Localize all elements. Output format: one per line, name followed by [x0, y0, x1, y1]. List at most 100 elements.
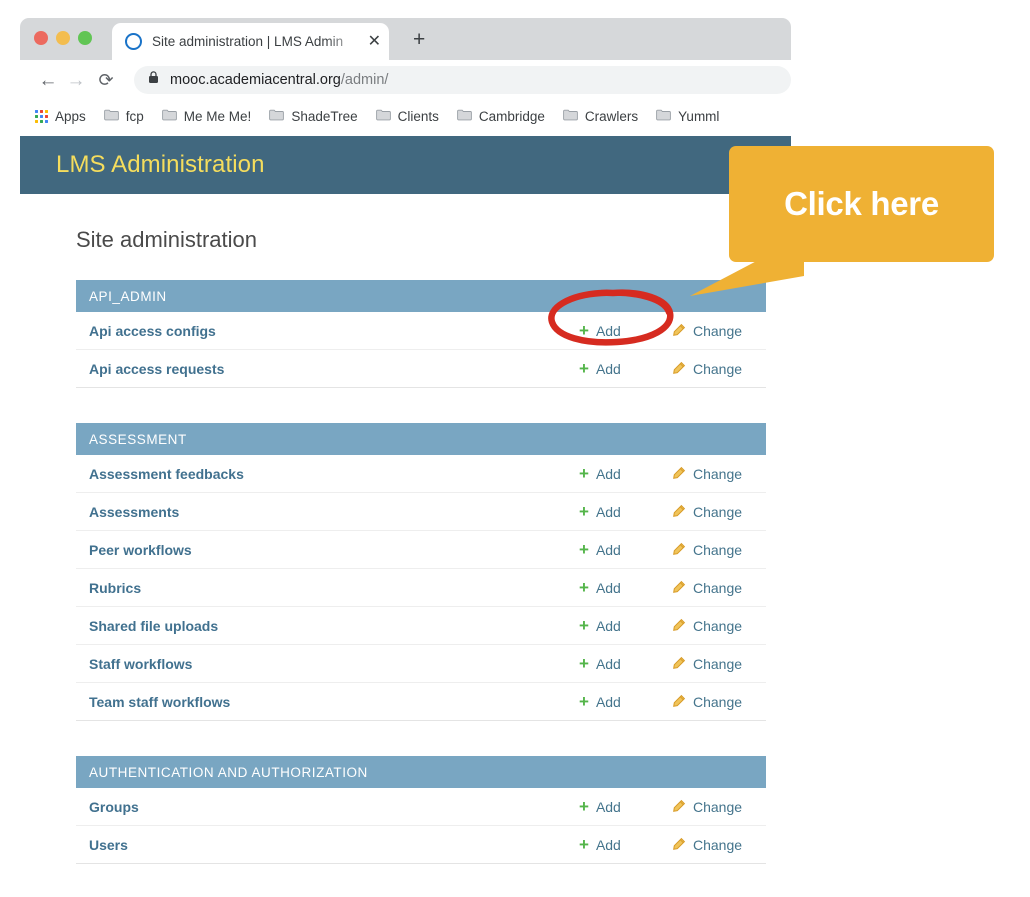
pencil-icon	[671, 837, 686, 852]
bookmark-apps[interactable]: Apps	[26, 104, 95, 130]
change-label: Change	[693, 361, 742, 377]
change-link[interactable]: Change	[671, 361, 766, 377]
model-link-groups[interactable]: Groups	[76, 799, 579, 815]
back-icon[interactable]: ←	[34, 71, 62, 90]
add-label: Add	[596, 361, 621, 377]
change-label: Change	[693, 466, 742, 482]
plus-icon: +	[579, 541, 589, 558]
model-link-api-access-configs[interactable]: Api access configs	[76, 323, 579, 339]
add-link[interactable]: +Add	[579, 465, 671, 482]
bookmark-clients[interactable]: Clients	[367, 104, 448, 130]
add-link[interactable]: + Add	[579, 541, 671, 558]
new-tab-button[interactable]: +	[413, 29, 425, 50]
pencil-icon	[671, 504, 686, 519]
bookmark-fcp[interactable]: fcp	[95, 104, 153, 130]
bookmarks-bar: Apps fcp Me Me Me! ShadeTree	[20, 100, 791, 133]
table-row: Groups +Add Change	[76, 788, 766, 826]
close-window-button[interactable]	[34, 31, 48, 45]
add-label: Add	[596, 504, 621, 520]
window-traffic-lights	[34, 31, 92, 45]
model-link-peer-workflows[interactable]: Peer workflows	[76, 542, 579, 558]
table-row: Shared file uploads +Add Change	[76, 607, 766, 645]
model-link-api-access-requests[interactable]: Api access requests	[76, 361, 579, 377]
add-link[interactable]: +Add	[579, 579, 671, 596]
app-module-header[interactable]: ASSESSMENT	[76, 423, 766, 455]
pencil-icon	[671, 542, 686, 557]
app-module-auth: AUTHENTICATION AND AUTHORIZATION Groups …	[76, 756, 766, 864]
add-label: Add	[596, 542, 621, 558]
plus-icon: +	[579, 579, 589, 596]
callout-label: Click here	[784, 185, 939, 223]
model-link-staff-workflows[interactable]: Staff workflows	[76, 656, 579, 672]
app-module-title: ASSESSMENT	[89, 432, 187, 447]
add-link[interactable]: +Add	[579, 617, 671, 634]
bookmark-label: Apps	[55, 109, 86, 124]
add-link[interactable]: +Add	[579, 836, 671, 853]
bookmark-label: fcp	[126, 109, 144, 124]
url-path: /admin/	[341, 72, 389, 88]
folder-icon	[162, 108, 177, 126]
table-row: Api access requests +Add Change	[76, 350, 766, 388]
app-module-header[interactable]: API_ADMIN	[76, 280, 766, 312]
folder-icon	[656, 108, 671, 126]
table-row: Peer workflows + Add Change	[76, 531, 766, 569]
maximize-window-button[interactable]	[78, 31, 92, 45]
bookmark-cambridge[interactable]: Cambridge	[448, 104, 554, 130]
add-link[interactable]: +Add	[579, 322, 671, 339]
model-link-team-staff-workflows[interactable]: Team staff workflows	[76, 694, 579, 710]
apps-grid-icon	[35, 110, 48, 123]
change-label: Change	[693, 837, 742, 853]
model-link-assessment-feedbacks[interactable]: Assessment feedbacks	[76, 466, 579, 482]
close-icon[interactable]: ✕	[364, 34, 381, 50]
browser-window: Site administration | LMS Admin ✕ + ← → …	[20, 18, 791, 133]
bookmark-crawlers[interactable]: Crawlers	[554, 104, 647, 130]
change-label: Change	[693, 618, 742, 634]
folder-icon	[104, 108, 119, 126]
change-link[interactable]: Change	[671, 580, 766, 596]
model-link-users[interactable]: Users	[76, 837, 579, 853]
bookmark-shadetree[interactable]: ShadeTree	[260, 104, 366, 130]
add-link[interactable]: +Add	[579, 693, 671, 710]
bookmark-yumml[interactable]: Yumml	[647, 104, 728, 130]
address-bar[interactable]: mooc.academiacentral.org/admin/	[134, 66, 791, 94]
change-link[interactable]: Change	[671, 799, 766, 815]
folder-icon	[376, 108, 391, 126]
change-link[interactable]: Change	[671, 504, 766, 520]
url-domain: mooc.academiacentral.org	[170, 72, 341, 88]
plus-icon: +	[579, 617, 589, 634]
add-label: Add	[596, 837, 621, 853]
add-link[interactable]: +Add	[579, 798, 671, 815]
site-branding-bar: LMS Administration	[20, 136, 791, 194]
change-link[interactable]: Change	[671, 618, 766, 634]
table-row: Assessments +Add Change	[76, 493, 766, 531]
app-module-title: API_ADMIN	[89, 289, 167, 304]
add-label: Add	[596, 656, 621, 672]
model-link-assessments[interactable]: Assessments	[76, 504, 579, 520]
app-module-header[interactable]: AUTHENTICATION AND AUTHORIZATION	[76, 756, 766, 788]
site-branding-link[interactable]: LMS Administration	[56, 151, 265, 179]
lock-icon	[148, 71, 159, 89]
folder-icon	[269, 108, 284, 126]
bookmark-me-me-me[interactable]: Me Me Me!	[153, 104, 261, 130]
add-link[interactable]: +Add	[579, 360, 671, 377]
minimize-window-button[interactable]	[56, 31, 70, 45]
change-link[interactable]: Change	[671, 656, 766, 672]
add-link[interactable]: +Add	[579, 655, 671, 672]
model-link-shared-file-uploads[interactable]: Shared file uploads	[76, 618, 579, 634]
change-label: Change	[693, 542, 742, 558]
change-label: Change	[693, 580, 742, 596]
model-link-rubrics[interactable]: Rubrics	[76, 580, 579, 596]
change-link[interactable]: Change	[671, 837, 766, 853]
change-label: Change	[693, 504, 742, 520]
reload-icon[interactable]: ⟳	[92, 71, 120, 89]
add-label: Add	[596, 323, 621, 339]
forward-icon[interactable]: →	[62, 71, 90, 90]
pencil-icon	[671, 466, 686, 481]
change-link[interactable]: Change	[671, 466, 766, 482]
browser-toolbar: ← → ⟳ mooc.academiacentral.org/admin/	[20, 60, 791, 100]
change-link[interactable]: Change	[671, 542, 766, 558]
change-link[interactable]: Change	[671, 323, 766, 339]
change-link[interactable]: Change	[671, 694, 766, 710]
add-link[interactable]: +Add	[579, 503, 671, 520]
browser-tab-active[interactable]: Site administration | LMS Admin ✕	[112, 23, 389, 60]
